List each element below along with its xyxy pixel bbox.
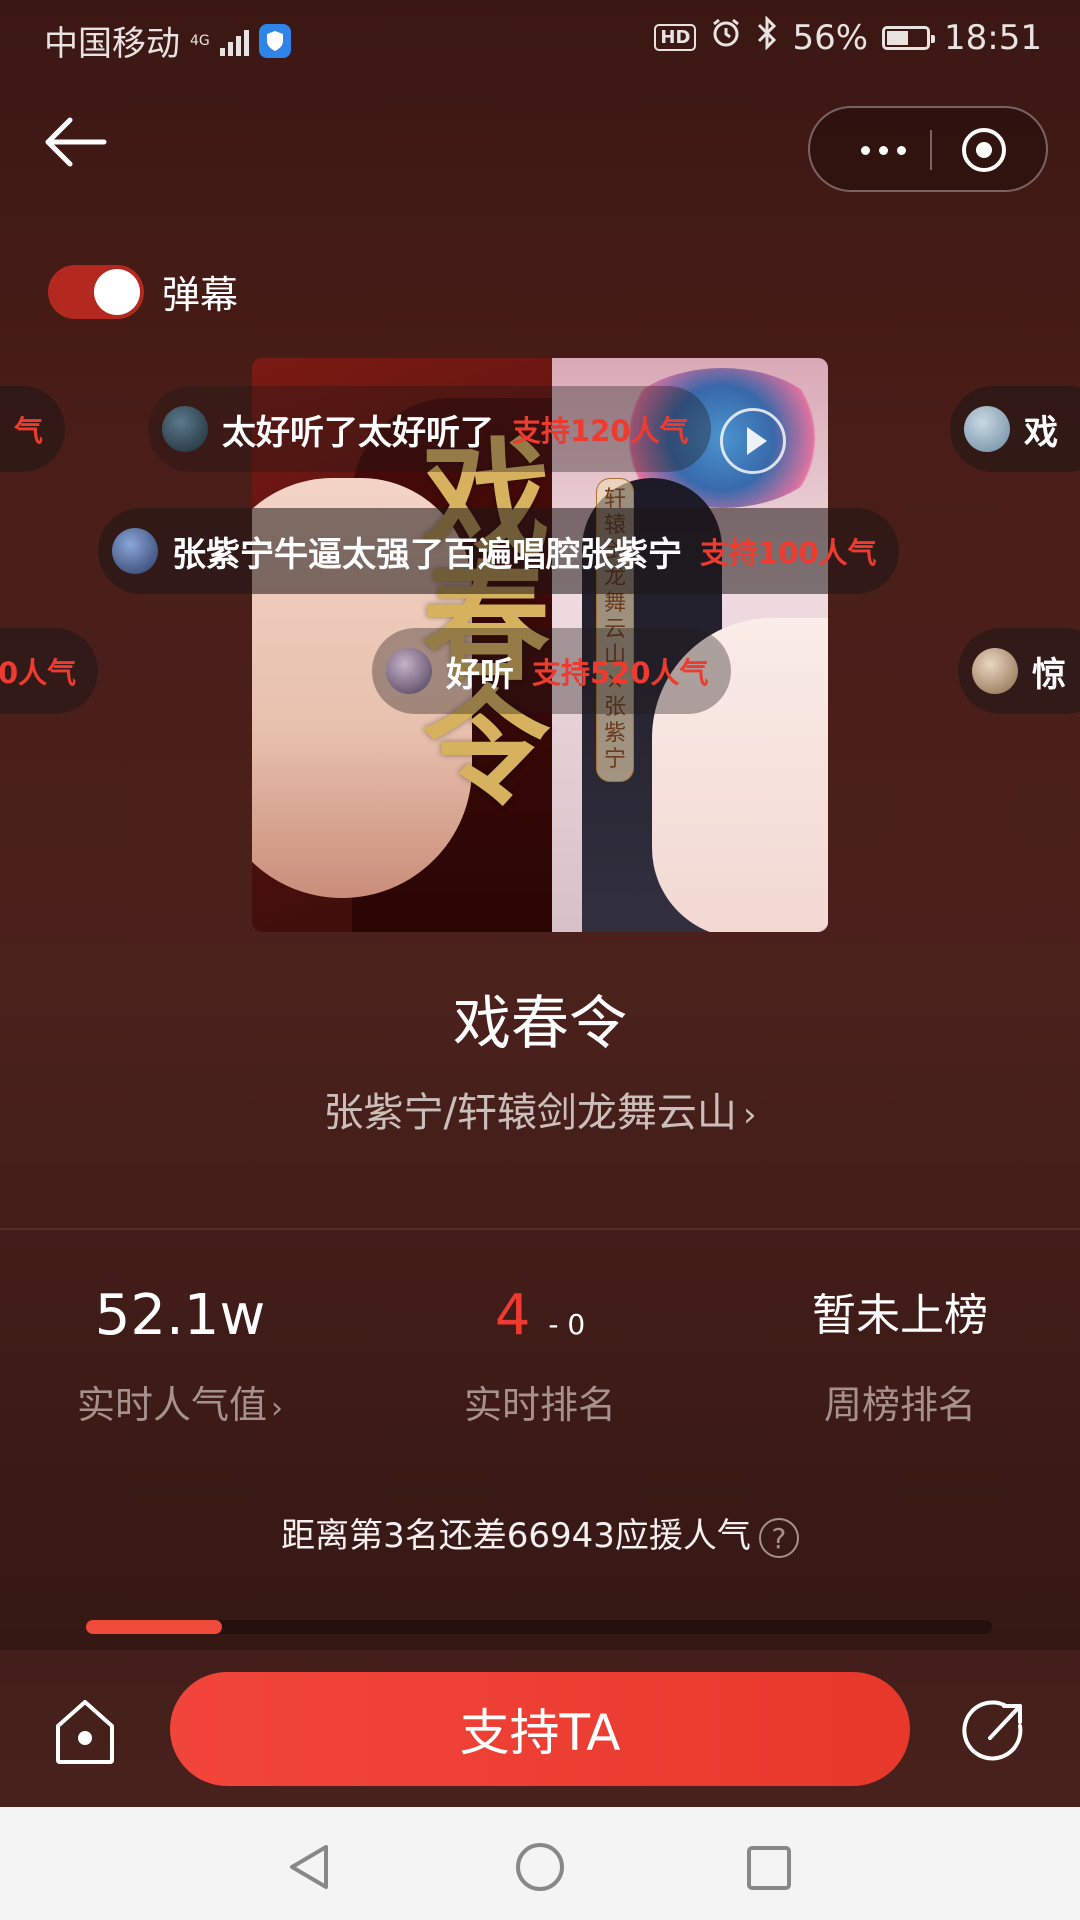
rank-value-row: 4 - 0 xyxy=(360,1280,720,1352)
artist-link[interactable]: 张紫宁/轩辕剑龙舞云山 › xyxy=(0,1080,1080,1138)
danmaku-bubble: 张紫宁牛逼太强了百遍唱腔张紫宁 支持100人气 xyxy=(98,508,899,594)
danmaku-text: 戏 xyxy=(1024,412,1058,453)
nav-home-icon[interactable] xyxy=(514,1841,566,1893)
stat-realtime-rank: 4 - 0 实时排名 xyxy=(360,1280,720,1429)
carrier-name: 中国移动 xyxy=(44,24,180,64)
stat-popularity[interactable]: 52.1w 实时人气值 › xyxy=(0,1280,360,1429)
bottom-action-bar: 支持TA xyxy=(0,1650,1080,1807)
danmaku-bubble: 惊 xyxy=(958,628,1080,714)
danmaku-text: 气 xyxy=(14,414,44,448)
share-icon[interactable] xyxy=(960,1696,1030,1766)
toggle-knob xyxy=(94,268,140,315)
stat-weekly-rank: 暂未上榜 周榜排名 xyxy=(720,1280,1080,1429)
support-button[interactable]: 支持TA xyxy=(170,1672,910,1786)
danmaku-toggle[interactable] xyxy=(48,264,144,319)
target-close-icon[interactable] xyxy=(958,124,1010,176)
weekly-label: 周榜排名 xyxy=(823,1383,976,1427)
rank-label: 实时排名 xyxy=(463,1383,616,1427)
capsule-divider xyxy=(930,130,932,170)
danmaku-bubble: 太好听了太好听了 支持120人气 xyxy=(148,386,711,472)
danmaku-support: 0人气 xyxy=(0,656,77,690)
status-bar: 中国移动 4G HD 56% 18:51 xyxy=(0,0,1080,76)
danmaku-toggle-row: 弹幕 xyxy=(48,264,238,319)
chevron-right-icon: › xyxy=(271,1391,283,1426)
bluetooth-icon xyxy=(756,15,778,59)
nav-recent-icon[interactable] xyxy=(744,1843,794,1893)
danmaku-text: 好听 xyxy=(446,654,514,695)
avatar xyxy=(964,406,1010,452)
avatar xyxy=(162,406,208,452)
status-right: HD 56% 18:51 xyxy=(654,15,1042,59)
danmaku-text: 惊 xyxy=(1032,654,1066,695)
artist-name: 张紫宁/轩辕剑龙舞云山 xyxy=(323,1090,737,1136)
danmaku-bubble: 气 xyxy=(0,386,66,472)
mini-program-capsule xyxy=(808,106,1048,192)
popularity-value: 52.1w xyxy=(94,1283,266,1348)
danmaku-support: 支持120人气 xyxy=(512,414,689,448)
danmaku-label: 弹幕 xyxy=(162,273,239,317)
rank-gap-text: 距离第3名还差66943应援人气 xyxy=(281,1516,751,1556)
screen: 中国移动 4G HD 56% 18:51 弹幕 戏春令 轩 舞云山×张紫宁 气 … xyxy=(0,0,1080,1807)
rank-change: - 0 xyxy=(548,1308,586,1341)
shield-icon xyxy=(258,23,291,58)
cover-calligraphy-title: 戏春令 xyxy=(422,425,551,823)
progress-fill xyxy=(86,1620,222,1634)
chevron-right-icon: › xyxy=(742,1095,757,1135)
support-progress-bar xyxy=(86,1620,992,1634)
danmaku-support: 支持520人气 xyxy=(532,656,709,690)
avatar xyxy=(972,648,1018,694)
divider xyxy=(0,1228,1080,1230)
system-nav-bar xyxy=(0,1807,1080,1920)
help-icon[interactable]: ? xyxy=(758,1517,799,1558)
back-arrow-icon xyxy=(45,117,107,167)
status-left: 中国移动 4G xyxy=(44,16,291,65)
popularity-label: 实时人气值 › xyxy=(76,1383,283,1427)
battery-percent: 56% xyxy=(792,17,869,58)
play-circle-icon[interactable] xyxy=(720,408,786,474)
avatar xyxy=(386,648,432,694)
rank-value: 4 xyxy=(494,1283,531,1348)
network-type: 4G xyxy=(190,32,210,49)
clock: 18:51 xyxy=(944,17,1042,58)
hd-icon: HD xyxy=(654,24,697,51)
back-button[interactable] xyxy=(40,112,130,188)
avatar xyxy=(112,528,158,574)
danmaku-text: 太好听了太好听了 xyxy=(222,412,494,453)
nav-back-icon[interactable] xyxy=(284,1841,336,1893)
danmaku-text: 张紫宁牛逼太强了百遍唱腔张紫宁 xyxy=(172,534,682,575)
rank-gap-info: 距离第3名还差66943应援人气? xyxy=(0,1508,1080,1558)
battery-icon xyxy=(882,25,936,50)
danmaku-bubble: 0人气 xyxy=(0,628,99,714)
home-icon[interactable] xyxy=(52,1696,118,1768)
more-dots-icon[interactable] xyxy=(838,126,928,174)
song-title: 戏春令 xyxy=(452,989,627,1057)
danmaku-bubble: 好听 支持520人气 xyxy=(372,628,731,714)
weekly-value: 暂未上榜 xyxy=(812,1290,988,1341)
danmaku-bubble: 戏 xyxy=(950,386,1080,472)
signal-icon xyxy=(219,26,249,56)
alarm-icon xyxy=(710,17,742,58)
danmaku-support: 支持100人气 xyxy=(700,536,877,570)
